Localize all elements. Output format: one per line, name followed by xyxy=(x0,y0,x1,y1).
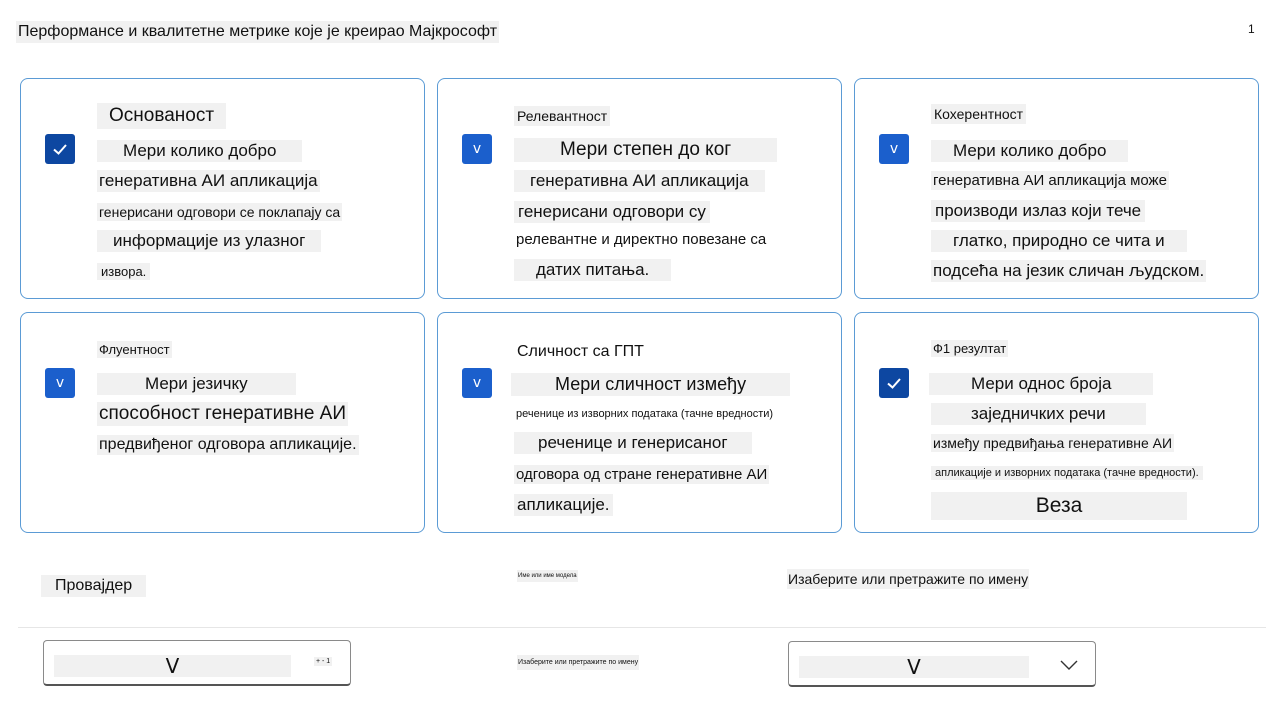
checkbox-checked-icon[interactable]: v xyxy=(45,368,75,398)
card-desc-line: производи излаз који тече xyxy=(931,200,1146,222)
checkbox-checked-icon[interactable] xyxy=(879,368,909,398)
card-desc-line: глатко, природно се чита и xyxy=(931,230,1187,252)
checkbox-checked-icon[interactable]: v xyxy=(462,368,492,398)
name-select[interactable]: V xyxy=(788,641,1096,687)
card-desc-line: генерисани одговори се поклапају са xyxy=(97,203,343,221)
card-desc-line: Мери језичку xyxy=(97,373,296,395)
checkbox-checked-icon[interactable]: v xyxy=(462,134,492,164)
card-desc-line: генеративна АИ апликација може xyxy=(931,171,1169,190)
provider-label: Провајдер xyxy=(41,575,147,597)
provider-select-badge: + - 1 xyxy=(314,657,333,666)
card-desc-line: генерисани одговори су xyxy=(514,201,710,223)
card-title: Флуентност xyxy=(97,341,172,358)
card-desc-line: Мери степен до ког xyxy=(514,138,778,162)
card-desc-line: информације из улазног xyxy=(97,230,322,252)
card-title: Ф1 резултат xyxy=(931,340,1009,357)
card-desc-line: апликације. xyxy=(514,494,613,516)
card-desc-line: подсећа на језик сличан људском. xyxy=(931,260,1207,282)
select-search-hint: Изаберите или претражите по имену xyxy=(517,655,640,670)
card-desc-line: генеративна АИ апликација xyxy=(514,170,765,192)
card-desc-line: релевантне и директно повезане са xyxy=(516,231,767,248)
card-desc-line: реченице и генерисаног xyxy=(514,432,752,454)
card-desc-line: Мери колико добро xyxy=(97,140,303,162)
card-title: Релевантност xyxy=(514,106,611,126)
metric-card-f1-score[interactable]: Ф1 резултат Мери однос броја заједничких… xyxy=(854,312,1259,533)
card-desc-line: апликације и изворних података (тачне вр… xyxy=(931,466,1203,480)
page-title: Перформансе и квалитетне метрике које је… xyxy=(16,21,500,43)
checkbox-checked-icon[interactable]: v xyxy=(879,134,909,164)
metric-card-gpt-similarity[interactable]: v Сличност са ГПТ Мери сличност између р… xyxy=(437,312,842,533)
card-desc-line: Мери однос броја xyxy=(929,373,1154,395)
metric-card-groundedness[interactable]: Основаност Мери колико добро генеративна… xyxy=(20,78,425,299)
chevron-down-icon[interactable] xyxy=(1059,655,1079,675)
checkbox-checked-icon[interactable] xyxy=(45,134,75,164)
page-number: 1 xyxy=(1248,22,1255,36)
card-desc-line: извора. xyxy=(97,263,151,280)
card-title: Сличност са ГПТ xyxy=(517,343,644,360)
metric-card-relevance[interactable]: v Релевантност Мери степен до ког генера… xyxy=(437,78,842,299)
divider xyxy=(18,627,1266,628)
search-by-name-label: Изаберите или претражите по имену xyxy=(787,569,1030,589)
metric-card-coherence[interactable]: v Кохерентност Мери колико добро генерат… xyxy=(854,78,1259,299)
card-desc-line: између предвиђања генеративне АИ xyxy=(931,434,1175,452)
provider-select-value: V xyxy=(54,654,291,678)
provider-select[interactable]: V + - 1 xyxy=(43,640,351,686)
metric-card-fluency[interactable]: v Флуентност Мери језичку способност ген… xyxy=(20,312,425,533)
card-desc-line: предвиђеног одговора апликације. xyxy=(97,435,359,455)
card-title: Основаност xyxy=(97,103,227,129)
card-title: Кохерентност xyxy=(931,104,1027,124)
name-select-value: V xyxy=(799,655,1029,679)
card-desc-line: одговора од стране генеративне АИ xyxy=(514,465,770,484)
reference-link[interactable]: Веза xyxy=(931,492,1187,520)
card-desc-line: генеративна АИ апликација xyxy=(97,170,320,192)
card-desc-line: Мери колико добро xyxy=(931,140,1129,162)
card-desc-line: реченице из изворних података (тачне вре… xyxy=(516,408,774,420)
card-desc-line: Мери сличност између xyxy=(511,373,791,396)
card-desc-line: датих питања. xyxy=(514,259,672,281)
card-desc-line: заједничких речи xyxy=(931,403,1146,425)
card-desc-line: способност генеративне АИ xyxy=(97,402,348,426)
model-name-label: Име или име модела xyxy=(517,570,578,582)
